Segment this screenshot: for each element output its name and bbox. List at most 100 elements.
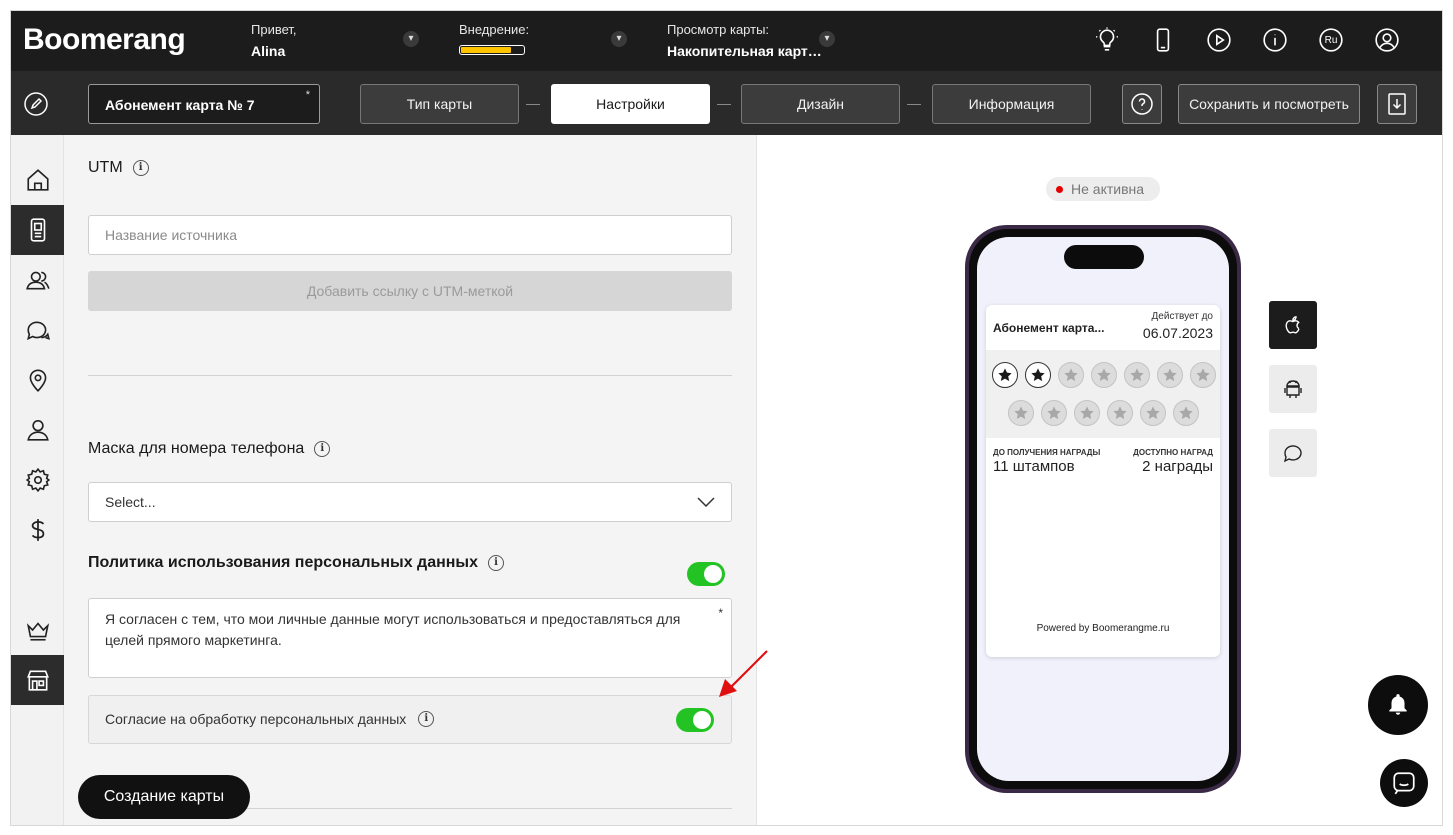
- home-icon: [26, 169, 49, 191]
- consent-label: Согласие на обработку персональных данны…: [105, 711, 407, 727]
- star-icon: [1113, 406, 1127, 420]
- onboarding-label: Внедрение:: [459, 22, 530, 37]
- stamp-empty: [1074, 400, 1100, 426]
- sidebar-item-settings[interactable]: [11, 455, 64, 505]
- stamp-filled: [992, 362, 1018, 388]
- support-chat-button[interactable]: [1380, 759, 1428, 807]
- status-dot: [1056, 185, 1063, 193]
- toggle-knob: [693, 711, 711, 729]
- stamp-empty: [1157, 362, 1183, 388]
- save-and-preview-button[interactable]: Сохранить и посмотреть: [1178, 84, 1360, 124]
- stamp-empty: [1124, 362, 1150, 388]
- language-button[interactable]: Ru: [1318, 27, 1344, 53]
- greeting-label: Привет,: [251, 22, 297, 37]
- sidebar-item-locations[interactable]: [11, 355, 64, 405]
- sidebar-item-clients[interactable]: [11, 255, 64, 305]
- card-name-text: Абонемент карта № 7: [105, 97, 255, 113]
- pass-powered-by: Powered by Boomerangme.ru: [1036, 623, 1170, 634]
- stamp-empty: [1140, 400, 1166, 426]
- card-view-chevron-icon[interactable]: ▾: [819, 31, 835, 47]
- stamp-empty: [1107, 400, 1133, 426]
- onboarding-chevron-icon[interactable]: ▾: [611, 31, 627, 47]
- notifications-button[interactable]: [1368, 675, 1428, 735]
- star-icon: [1146, 406, 1160, 420]
- sidebar: [11, 135, 64, 825]
- pass-left-value: 11 штампов: [993, 458, 1075, 475]
- stamp-empty: [1041, 400, 1067, 426]
- card-name-field[interactable]: Абонемент карта № 7 *: [88, 84, 320, 124]
- onboarding-progress-fill: [461, 47, 511, 53]
- download-button[interactable]: [1377, 84, 1417, 124]
- utm-info-icon[interactable]: i: [132, 160, 149, 176]
- star-icon: [1179, 406, 1193, 420]
- location-pin-icon: [29, 369, 46, 392]
- phone-mask-info-icon[interactable]: i: [314, 441, 331, 457]
- sidebar-item-store[interactable]: [11, 655, 64, 705]
- sidebar-item-cards[interactable]: [11, 205, 64, 255]
- star-icon: [1080, 406, 1094, 420]
- consent-info-icon[interactable]: i: [418, 711, 435, 727]
- pass-left-label: ДО ПОЛУЧЕНИЯ НАГРАДЫ: [993, 448, 1101, 457]
- card-phone-icon: [30, 218, 45, 242]
- pass-right-value: 2 награды: [1142, 458, 1213, 475]
- greeting-block[interactable]: Привет, Alina: [251, 22, 297, 59]
- sidebar-item-messages[interactable]: [11, 305, 64, 355]
- step-connector: [907, 104, 921, 105]
- step-card-type[interactable]: Тип карты: [360, 84, 519, 124]
- preview-android-button[interactable]: [1269, 365, 1317, 413]
- policy-required-mark: *: [718, 606, 723, 620]
- policy-section: Политика использования персональных данн…: [88, 554, 504, 572]
- onboarding-block[interactable]: Внедрение:: [459, 22, 529, 55]
- card-view-block[interactable]: Просмотр карты: Накопительная карт…: [667, 22, 822, 59]
- phone-bezel: Абонемент карта... Действует до 06.07.20…: [969, 229, 1237, 789]
- app-window: Boomerang Привет, Alina ▾ Внедрение: ▾ П…: [10, 10, 1443, 826]
- chat-bubble-icon: [1283, 445, 1302, 463]
- step-design[interactable]: Дизайн: [741, 84, 900, 124]
- play-video-icon[interactable]: [1206, 27, 1232, 53]
- star-icon: [1196, 368, 1210, 382]
- lightbulb-icon[interactable]: [1094, 27, 1120, 53]
- consent-toggle[interactable]: [676, 708, 714, 732]
- policy-info-icon[interactable]: i: [488, 555, 504, 571]
- preview-ios-button[interactable]: [1269, 301, 1317, 349]
- phone-mockup: Абонемент карта... Действует до 06.07.20…: [965, 225, 1241, 793]
- create-card-button[interactable]: Создание карты: [78, 775, 250, 819]
- sidebar-item-billing[interactable]: [11, 505, 64, 555]
- user-menu-chevron-icon[interactable]: ▾: [403, 31, 419, 47]
- user-icon: [26, 419, 49, 441]
- pass-right-label: ДОСТУПНО НАГРАД: [1133, 448, 1213, 457]
- star-icon: [1097, 368, 1111, 382]
- step-connector: [526, 104, 540, 105]
- card-view-label: Просмотр карты:: [667, 22, 770, 37]
- edit-pencil-icon[interactable]: [23, 91, 49, 117]
- help-question-icon: [1131, 93, 1153, 115]
- policy-label: Политика использования персональных данн…: [88, 554, 478, 571]
- red-annotation-arrow-icon: [719, 650, 768, 697]
- policy-text-field[interactable]: Я согласен с тем, что мои личные данные …: [88, 598, 732, 678]
- info-icon[interactable]: [1262, 27, 1288, 53]
- step-settings[interactable]: Настройки: [551, 84, 710, 124]
- status-badge: Не активна: [1046, 177, 1160, 201]
- editor-toolbar: Абонемент карта № 7 * Тип карты Настройк…: [11, 71, 1442, 135]
- step-connector: [717, 104, 731, 105]
- add-utm-link-button[interactable]: Добавить ссылку с UTM-меткой: [88, 271, 732, 311]
- step-information[interactable]: Информация: [932, 84, 1091, 124]
- sidebar-item-managers[interactable]: [11, 405, 64, 455]
- utm-source-input[interactable]: [88, 215, 732, 255]
- user-profile-icon[interactable]: [1374, 27, 1400, 53]
- pass-valid-label: Действует до: [1151, 311, 1213, 322]
- help-button[interactable]: [1122, 84, 1162, 124]
- phone-mask-label: Маска для номера телефона: [88, 440, 305, 457]
- phone-notch: [1064, 245, 1144, 269]
- wallet-pass: Абонемент карта... Действует до 06.07.20…: [986, 305, 1220, 657]
- sidebar-item-premium[interactable]: [11, 605, 64, 655]
- top-header: Boomerang Привет, Alina ▾ Внедрение: ▾ П…: [11, 11, 1442, 71]
- dollar-icon: [31, 519, 44, 541]
- toggle-knob: [704, 565, 722, 583]
- logo[interactable]: Boomerang: [23, 23, 186, 57]
- sidebar-item-home[interactable]: [11, 155, 64, 205]
- mobile-device-icon[interactable]: [1150, 27, 1176, 53]
- policy-toggle[interactable]: [687, 562, 725, 586]
- preview-message-button[interactable]: [1269, 429, 1317, 477]
- phone-mask-select[interactable]: Select...: [88, 482, 732, 522]
